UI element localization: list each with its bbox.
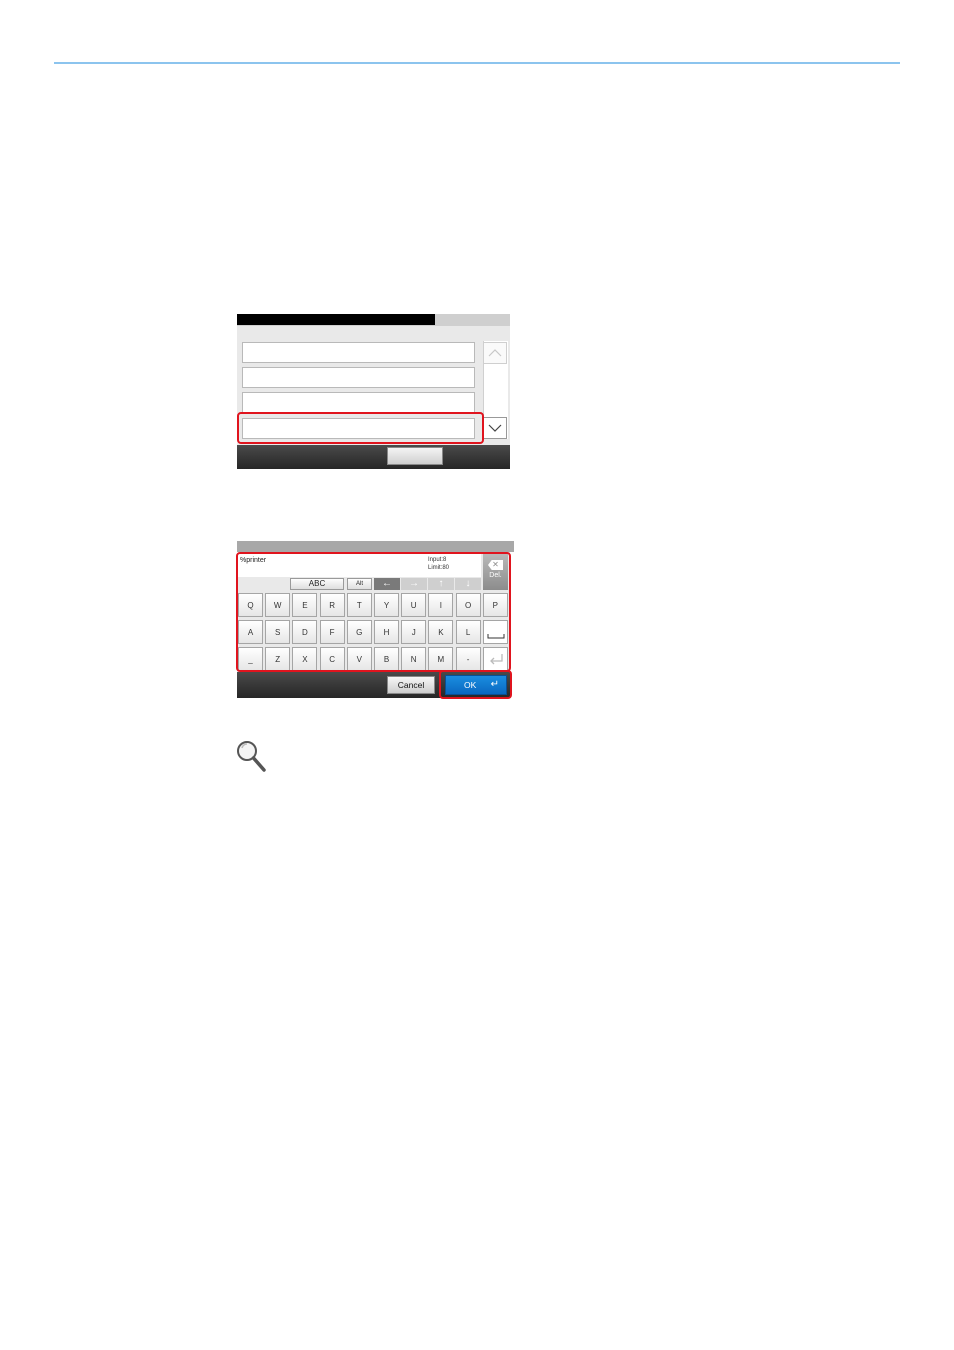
list-item[interactable] — [242, 342, 475, 363]
chevron-up-icon — [488, 349, 502, 357]
scroll-down-button[interactable] — [483, 417, 507, 439]
header-rule — [54, 62, 900, 64]
list-item[interactable] — [242, 367, 475, 388]
highlight-box — [236, 552, 511, 672]
keyboard-screen: %printer Input:8 Limit:80 ✕ Del. ABC Alt… — [236, 541, 514, 699]
list-title-redacted — [237, 314, 435, 325]
chevron-down-icon — [488, 424, 502, 432]
cancel-button[interactable]: Cancel — [387, 676, 435, 694]
scroll-up-button[interactable] — [483, 342, 507, 364]
list-item[interactable] — [242, 392, 475, 413]
highlight-box — [439, 670, 512, 699]
list-bottom-button[interactable] — [387, 447, 443, 465]
highlight-box — [237, 412, 484, 444]
keyboard-title-bar — [237, 541, 514, 552]
list-bottom-bar — [237, 445, 510, 469]
list-screen — [237, 314, 510, 469]
magnifier-icon — [237, 741, 266, 772]
